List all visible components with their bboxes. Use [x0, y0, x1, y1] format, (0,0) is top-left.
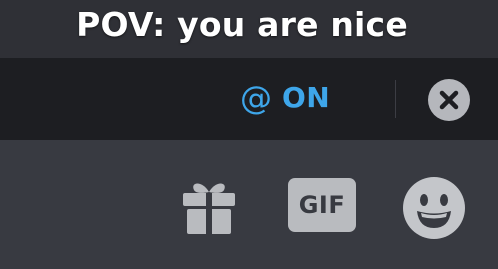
- close-icon: [439, 90, 459, 110]
- caption-bar: POV: you are nice: [0, 0, 498, 58]
- close-reply-button[interactable]: [428, 79, 470, 121]
- smiley-emoji-icon: [403, 177, 465, 239]
- reply-bar: @ ON: [0, 58, 498, 140]
- gif-button[interactable]: GIF: [288, 178, 356, 232]
- at-sign-icon: @: [240, 79, 272, 117]
- gift-icon: [183, 183, 235, 234]
- emoji-button[interactable]: [402, 176, 466, 240]
- message-toolbar: GIF: [0, 140, 498, 269]
- gift-button[interactable]: [180, 176, 238, 236]
- divider: [395, 80, 396, 118]
- gif-label: GIF: [298, 191, 346, 219]
- mention-state-label: ON: [282, 81, 331, 114]
- caption-text: POV: you are nice: [76, 5, 408, 44]
- mention-toggle[interactable]: @ ON: [240, 78, 330, 118]
